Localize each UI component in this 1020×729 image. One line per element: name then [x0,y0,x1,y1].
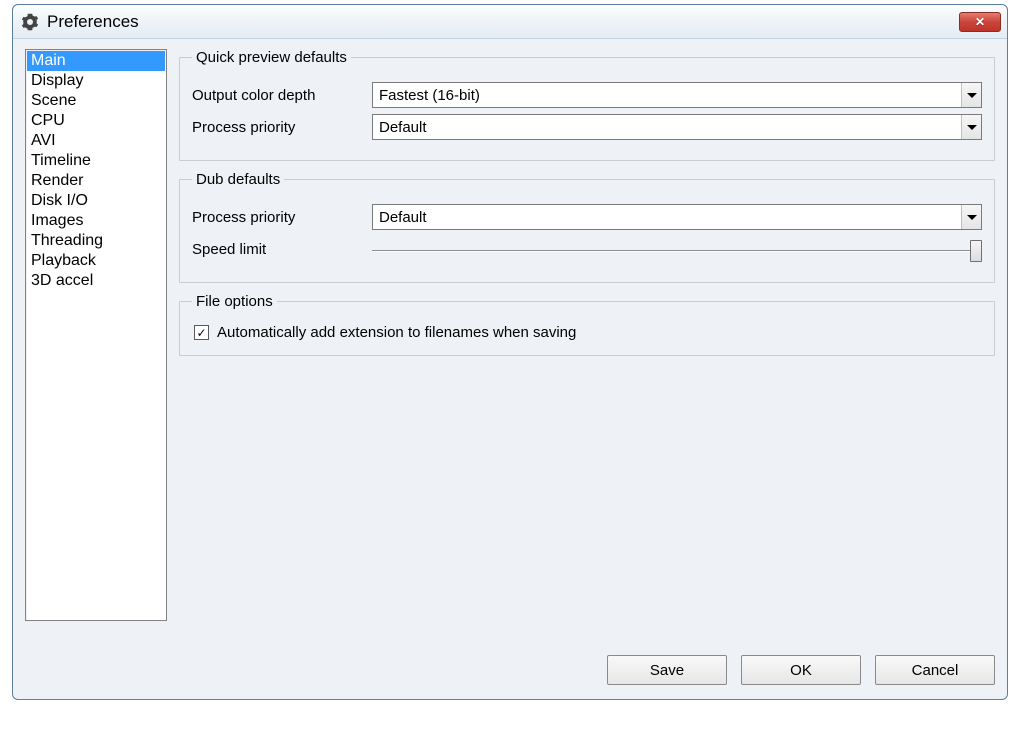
preferences-window: Preferences ✕ Main Display Scene CPU AVI… [12,4,1008,700]
quick-preview-group: Quick preview defaults Output color dept… [179,49,995,161]
dub-priority-select[interactable]: Default [372,204,982,230]
file-options-legend: File options [192,293,277,310]
close-icon: ✕ [975,15,985,29]
speed-limit-label: Speed limit [192,241,372,258]
dialog-footer: Save OK Cancel [25,655,995,685]
gear-icon [21,13,39,31]
save-button[interactable]: Save [607,655,727,685]
sidebar-item-timeline[interactable]: Timeline [27,151,165,171]
cancel-button[interactable]: Cancel [875,655,995,685]
auto-extension-label: Automatically add extension to filenames… [217,324,576,341]
sidebar-item-display[interactable]: Display [27,71,165,91]
dub-priority-label: Process priority [192,209,372,226]
sidebar-item-playback[interactable]: Playback [27,251,165,271]
sidebar-item-images[interactable]: Images [27,211,165,231]
sidebar-item-render[interactable]: Render [27,171,165,191]
quick-priority-value: Default [373,119,961,136]
sidebar-item-disk-io[interactable]: Disk I/O [27,191,165,211]
sidebar-item-threading[interactable]: Threading [27,231,165,251]
sidebar-item-main[interactable]: Main [27,51,165,71]
dub-defaults-group: Dub defaults Process priority Default Sp… [179,171,995,283]
dub-priority-value: Default [373,209,961,226]
dub-defaults-legend: Dub defaults [192,171,284,188]
chevron-down-icon [961,115,981,139]
close-button[interactable]: ✕ [959,12,1001,32]
quick-preview-legend: Quick preview defaults [192,49,351,66]
sidebar-item-cpu[interactable]: CPU [27,111,165,131]
quick-priority-select[interactable]: Default [372,114,982,140]
slider-thumb[interactable] [970,240,982,262]
output-color-depth-select[interactable]: Fastest (16-bit) [372,82,982,108]
output-color-depth-label: Output color depth [192,87,372,104]
titlebar: Preferences ✕ [13,5,1007,39]
slider-track-line [372,250,982,252]
window-title: Preferences [47,12,959,32]
chevron-down-icon [961,83,981,107]
file-options-group: File options ✓ Automatically add extensi… [179,293,995,356]
speed-limit-slider[interactable] [372,236,982,262]
auto-extension-checkbox[interactable]: ✓ [194,325,209,340]
ok-button[interactable]: OK [741,655,861,685]
settings-panel: Quick preview defaults Output color dept… [179,49,995,643]
sidebar-item-avi[interactable]: AVI [27,131,165,151]
sidebar-item-scene[interactable]: Scene [27,91,165,111]
output-color-depth-value: Fastest (16-bit) [373,87,961,104]
category-list[interactable]: Main Display Scene CPU AVI Timeline Rend… [25,49,167,621]
quick-priority-label: Process priority [192,119,372,136]
sidebar-item-3d-accel[interactable]: 3D accel [27,271,165,291]
chevron-down-icon [961,205,981,229]
